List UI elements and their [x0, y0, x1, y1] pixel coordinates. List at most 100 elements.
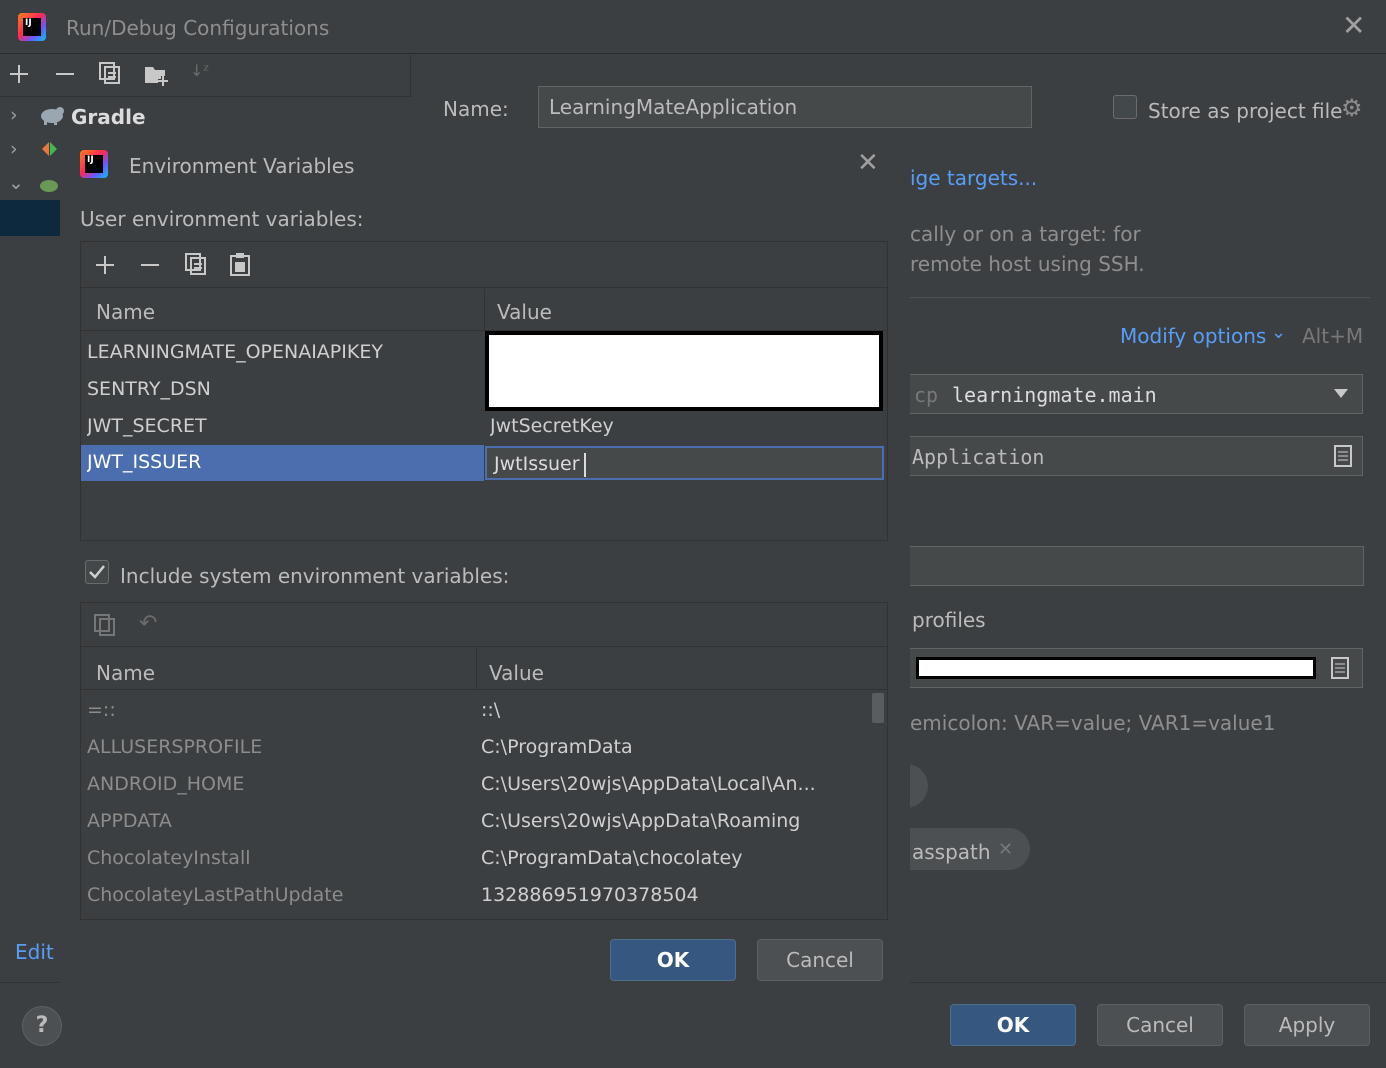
var-value: C:\ProgramData\chocolatey — [481, 847, 743, 869]
var-name: =:: — [87, 699, 116, 721]
vm-options-field[interactable] — [910, 546, 1364, 586]
var-value: JwtSecretKey — [490, 415, 614, 437]
new-folder-icon[interactable] — [143, 62, 171, 91]
tree-row-gradle[interactable]: › Gradle — [0, 98, 411, 138]
system-vars-header: Name Value — [81, 648, 887, 690]
env-ok-button[interactable]: OK — [610, 939, 736, 981]
table-row-selected[interactable]: JWT_ISSUER JwtIssuer — [81, 445, 887, 481]
edit-templates-link[interactable]: Edit — [15, 940, 54, 964]
separator — [910, 297, 1370, 298]
window-close-icon[interactable]: ✕ — [1342, 12, 1365, 40]
table-row[interactable]: ALLUSERSPROFILE C:\ProgramData — [81, 728, 869, 765]
config-toolbar: ↓ᶻ — [0, 55, 411, 97]
var-name: APPDATA — [87, 810, 172, 832]
scrollbar-thumb[interactable] — [872, 693, 884, 723]
copy-icon[interactable] — [184, 252, 208, 281]
intellij-logo-icon: IJ — [80, 150, 108, 178]
tree-selected-row[interactable] — [0, 200, 60, 236]
store-project-label: Store as project file — [1148, 99, 1343, 123]
modify-options-link[interactable]: Modify options — [1120, 324, 1266, 348]
var-name: JWT_ISSUER — [87, 451, 202, 473]
env-cancel-button[interactable]: Cancel — [757, 939, 883, 981]
column-header-name: Name — [96, 300, 156, 324]
main-class-field[interactable]: Application — [910, 436, 1363, 476]
var-value: C:\ProgramData — [481, 736, 633, 758]
env-hint: emicolon: VAR=value; VAR1=value1 — [910, 711, 1276, 735]
table-row[interactable]: ChocolateyInstall C:\ProgramData\chocola… — [81, 839, 869, 876]
spring-boot-icon — [38, 176, 60, 196]
user-vars-toolbar — [81, 242, 887, 288]
profiles-label: profiles — [912, 608, 986, 632]
manage-targets-link[interactable]: ige targets... — [910, 166, 1037, 190]
intellij-logo-icon: IJ — [18, 13, 46, 41]
kotlin-config-icon — [40, 140, 58, 158]
env-dialog-title: Environment Variables — [129, 154, 355, 178]
var-value: ::\ — [481, 699, 501, 721]
chevron-down-icon[interactable]: ⌄ — [1271, 322, 1286, 343]
close-icon[interactable]: ✕ — [998, 839, 1013, 860]
column-header-name: Name — [96, 661, 156, 685]
chevron-right-icon[interactable]: › — [10, 138, 18, 160]
var-name: SENTRY_DSN — [87, 378, 211, 400]
table-row[interactable]: =:: ::\ — [81, 691, 869, 728]
window-title: Run/Debug Configurations — [66, 16, 330, 40]
var-name: ALLUSERSPROFILE — [87, 736, 263, 758]
copy-icon — [93, 613, 117, 642]
name-field[interactable]: LearningMateApplication — [538, 86, 1032, 128]
include-system-label: Include system environment variables: — [120, 564, 510, 588]
system-vars-panel: ↶ Name Value =:: ::\ ALLUSERSPROFILE C:\… — [80, 602, 888, 920]
browse-icon[interactable] — [1331, 657, 1349, 684]
target-hint-line1: cally or on a target: for — [910, 222, 1141, 246]
var-name: ChocolateyInstall — [87, 847, 251, 869]
column-divider — [476, 648, 477, 690]
system-vars-body: =:: ::\ ALLUSERSPROFILE C:\ProgramData A… — [81, 691, 869, 919]
copy-icon[interactable] — [98, 61, 122, 90]
text-cursor — [584, 453, 586, 477]
paste-icon[interactable] — [229, 252, 251, 281]
sort-icon: ↓ᶻ — [190, 61, 210, 80]
classpath-module-select[interactable]: cp learningmate.main — [910, 374, 1363, 414]
env-dialog-close-icon[interactable]: ✕ — [857, 150, 879, 176]
apply-button[interactable]: Apply — [1244, 1004, 1370, 1046]
scrollbar-track[interactable] — [870, 691, 887, 919]
undo-icon: ↶ — [139, 611, 158, 636]
var-name: ChocolateyLastPathUpdate — [87, 884, 344, 906]
classpath-value: learningmate.main — [952, 383, 1157, 407]
store-project-checkbox[interactable] — [1113, 95, 1137, 119]
gear-icon[interactable]: ⚙ — [1341, 96, 1363, 120]
cancel-button[interactable]: Cancel — [1097, 1004, 1223, 1046]
column-header-value: Value — [489, 661, 544, 685]
var-value: C:\Users\20wjs\AppData\Local\An... — [481, 773, 816, 795]
dropdown-arrow-icon[interactable] — [1334, 389, 1348, 398]
include-system-checkbox[interactable] — [85, 560, 109, 584]
table-row[interactable]: JWT_SECRET JwtSecretKey — [81, 409, 887, 446]
value-edit-field[interactable]: JwtIssuer — [485, 446, 884, 480]
gradle-elephant-icon — [38, 104, 64, 125]
var-name: LEARNINGMATE_OPENAIAPIKEY — [87, 341, 383, 363]
env-vars-field[interactable] — [910, 648, 1363, 688]
var-value: C:\Users\20wjs\AppData\Roaming — [481, 810, 801, 832]
classpath-chip-label: asspath — [912, 840, 991, 864]
remove-icon[interactable] — [139, 254, 161, 281]
table-row[interactable]: APPDATA C:\Users\20wjs\AppData\Roaming — [81, 802, 869, 839]
dialog-footer: ? OK Cancel Apply — [0, 982, 1386, 1068]
var-name: JWT_SECRET — [87, 415, 207, 437]
user-vars-body: LEARNINGMATE_OPENAIAPIKEY SENTRY_DSN JWT… — [81, 331, 887, 541]
system-vars-toolbar: ↶ — [81, 603, 887, 647]
user-vars-label: User environment variables: — [80, 207, 364, 231]
browse-icon[interactable] — [1334, 445, 1352, 472]
var-name: ANDROID_HOME — [87, 773, 245, 795]
redacted-block — [916, 657, 1316, 679]
table-row[interactable]: ANDROID_HOME C:\Users\20wjs\AppData\Loca… — [81, 765, 869, 802]
add-icon[interactable] — [8, 63, 30, 89]
table-row[interactable]: ChocolateyLastPathUpdate 132886951970378… — [81, 876, 869, 913]
remove-icon[interactable] — [54, 63, 76, 89]
column-header-value: Value — [497, 300, 552, 324]
var-value: JwtIssuer — [494, 453, 580, 475]
add-icon[interactable] — [94, 254, 116, 281]
user-vars-panel: Name Value LEARNINGMATE_OPENAIAPIKEY SEN… — [80, 241, 888, 541]
chevron-down-icon[interactable]: ⌄ — [8, 172, 24, 194]
chevron-right-icon[interactable]: › — [10, 104, 18, 126]
ok-button[interactable]: OK — [950, 1004, 1076, 1046]
help-button[interactable]: ? — [22, 1006, 62, 1046]
